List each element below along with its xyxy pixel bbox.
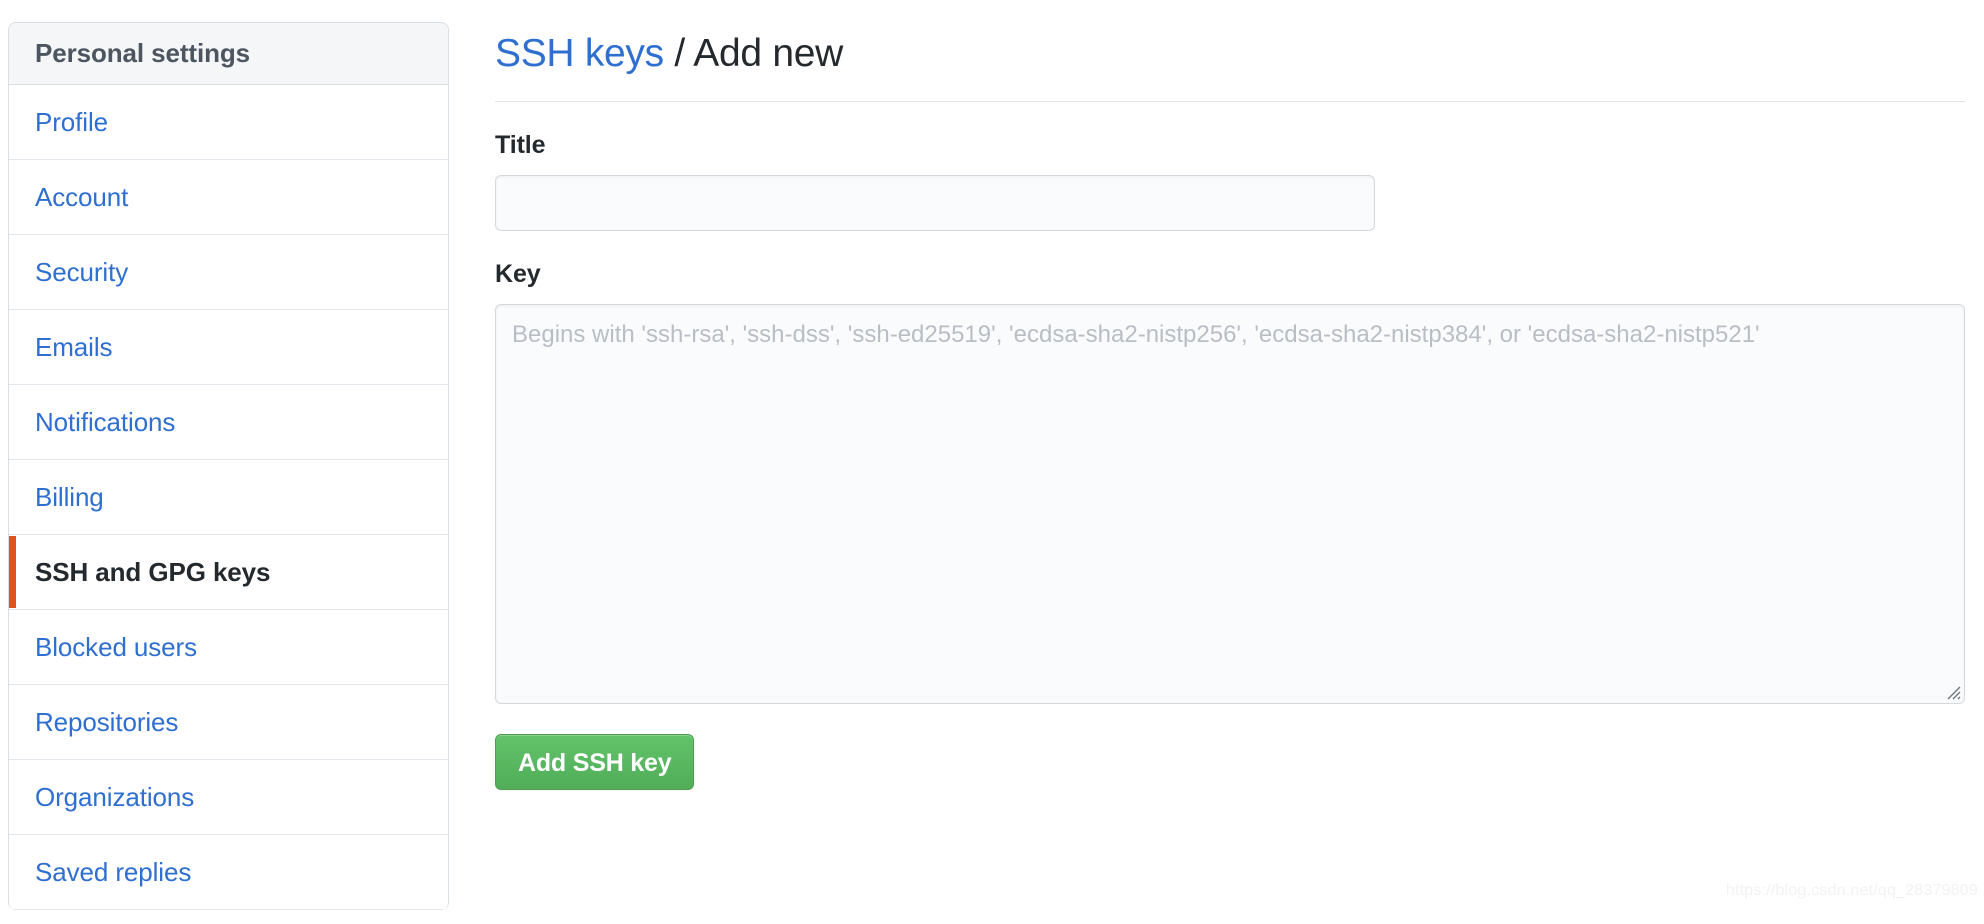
watermark: https://blog.csdn.net/qq_28379809 bbox=[1725, 882, 1978, 899]
key-field-wrapper bbox=[495, 304, 1965, 704]
sidebar-item-notifications[interactable]: Notifications bbox=[9, 385, 448, 460]
sidebar-item-organizations[interactable]: Organizations bbox=[9, 760, 448, 835]
sidebar-item-label: Security bbox=[35, 257, 129, 287]
title-field-label: Title bbox=[495, 131, 546, 159]
breadcrumb-separator: / bbox=[663, 32, 694, 75]
sidebar-item-label: Repositories bbox=[35, 707, 179, 737]
sidebar-item-label: Account bbox=[35, 182, 129, 212]
sidebar-item-billing[interactable]: Billing bbox=[9, 460, 448, 535]
sidebar-item-label: Emails bbox=[35, 332, 113, 362]
sidebar-item-list: Profile Account Security Emails Notification… bbox=[9, 85, 448, 910]
breadcrumb-current: Add new bbox=[693, 32, 843, 75]
sidebar-item-profile[interactable]: Profile bbox=[9, 85, 448, 160]
sidebar-item-saved-replies[interactable]: Saved replies bbox=[9, 835, 448, 910]
sidebar-item-label: SSH and GPG keys bbox=[35, 557, 271, 587]
breadcrumb-ssh-keys-link[interactable]: SSH keys bbox=[495, 32, 664, 75]
sidebar-item-account[interactable]: Account bbox=[9, 160, 448, 235]
main-content: SSH keys / Add new Title Key Add SSH key bbox=[495, 22, 1965, 790]
sidebar-item-label: Saved replies bbox=[35, 857, 192, 887]
sidebar-item-ssh-and-gpg-keys[interactable]: SSH and GPG keys bbox=[9, 535, 448, 610]
sidebar-item-repositories[interactable]: Repositories bbox=[9, 685, 448, 760]
add-ssh-key-button[interactable]: Add SSH key bbox=[495, 734, 695, 790]
page-title: SSH keys / Add new bbox=[495, 22, 1965, 73]
sidebar-item-label: Billing bbox=[35, 482, 104, 512]
title-divider bbox=[495, 101, 1965, 102]
sidebar-item-label: Blocked users bbox=[35, 632, 197, 662]
settings-sidebar: Personal settings Profile Account Security… bbox=[8, 22, 449, 910]
sidebar-item-label: Notifications bbox=[35, 407, 176, 437]
key-textarea[interactable] bbox=[495, 304, 1965, 704]
sidebar-item-blocked-users[interactable]: Blocked users bbox=[9, 610, 448, 685]
sidebar-item-label: Profile bbox=[35, 107, 108, 137]
sidebar-item-emails[interactable]: Emails bbox=[9, 310, 448, 385]
sidebar-header-label: Personal settings bbox=[35, 38, 251, 68]
title-input[interactable] bbox=[495, 175, 1375, 231]
sidebar-header: Personal settings bbox=[9, 23, 448, 85]
key-field-label: Key bbox=[495, 260, 541, 288]
sidebar-item-security[interactable]: Security bbox=[9, 235, 448, 310]
active-item-accent-bar bbox=[9, 536, 16, 608]
sidebar-item-label: Organizations bbox=[35, 782, 195, 812]
